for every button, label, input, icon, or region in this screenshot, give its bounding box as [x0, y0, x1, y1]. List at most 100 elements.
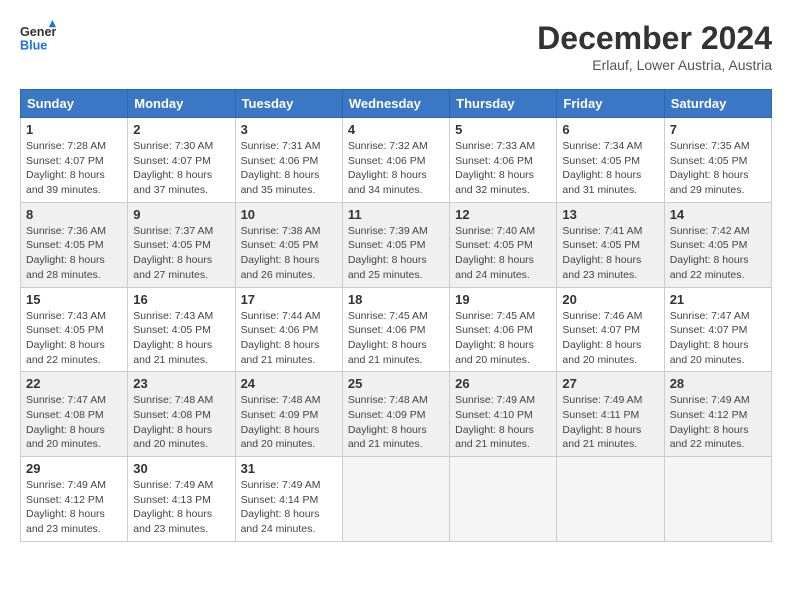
weekday-header-monday: Monday — [128, 90, 235, 118]
weekday-header-wednesday: Wednesday — [342, 90, 449, 118]
day-number: 25 — [348, 376, 444, 391]
day-info: Sunrise: 7:30 AM Sunset: 4:07 PM Dayligh… — [133, 139, 229, 198]
day-info: Sunrise: 7:43 AM Sunset: 4:05 PM Dayligh… — [133, 309, 229, 368]
day-number: 14 — [670, 207, 766, 222]
calendar-cell: 19Sunrise: 7:45 AM Sunset: 4:06 PM Dayli… — [450, 287, 557, 372]
calendar-cell — [450, 457, 557, 542]
week-row-1: 1Sunrise: 7:28 AM Sunset: 4:07 PM Daylig… — [21, 118, 772, 203]
day-info: Sunrise: 7:31 AM Sunset: 4:06 PM Dayligh… — [241, 139, 337, 198]
day-info: Sunrise: 7:46 AM Sunset: 4:07 PM Dayligh… — [562, 309, 658, 368]
calendar-cell: 14 Sunrise: 7:42 AM Sunset: 4:05 PM Dayli… — [664, 202, 771, 287]
logo-icon: General Blue — [20, 20, 56, 56]
day-info: Sunrise: 7:38 AM Sunset: 4:05 PM Dayligh… — [241, 224, 337, 283]
weekday-header-row: SundayMondayTuesdayWednesdayThursdayFrid… — [21, 90, 772, 118]
day-info: Sunrise: 7:36 AM Sunset: 4:05 PM Dayligh… — [26, 224, 122, 283]
calendar-cell: 6 Sunrise: 7:34 AM Sunset: 4:05 PM Daylig… — [557, 118, 664, 203]
day-info: Sunrise: 7:49 AM Sunset: 4:11 PM Dayligh… — [562, 393, 658, 452]
calendar-cell: 29Sunrise: 7:49 AM Sunset: 4:12 PM Dayli… — [21, 457, 128, 542]
calendar-cell: 18Sunrise: 7:45 AM Sunset: 4:06 PM Dayli… — [342, 287, 449, 372]
day-number: 27 — [562, 376, 658, 391]
calendar-cell: 1Sunrise: 7:28 AM Sunset: 4:07 PM Daylig… — [21, 118, 128, 203]
day-number: 11 — [348, 207, 444, 222]
weekday-header-tuesday: Tuesday — [235, 90, 342, 118]
day-number: 16 — [133, 292, 229, 307]
calendar-cell: 26 Sunrise: 7:49 AM Sunset: 4:10 PM Dayli… — [450, 372, 557, 457]
day-number: 28 — [670, 376, 766, 391]
day-number: 30 — [133, 461, 229, 476]
week-row-5: 29Sunrise: 7:49 AM Sunset: 4:12 PM Dayli… — [21, 457, 772, 542]
calendar-cell: 7Sunrise: 7:35 AM Sunset: 4:05 PM Daylig… — [664, 118, 771, 203]
day-info: Sunrise: 7:47 AM Sunset: 4:07 PM Dayligh… — [670, 309, 766, 368]
day-info: Sunrise: 7:34 AM Sunset: 4:05 PM Dayligh… — [562, 139, 658, 198]
calendar-cell: 24 Sunrise: 7:48 AM Sunset: 4:09 PM Dayli… — [235, 372, 342, 457]
weekday-header-saturday: Saturday — [664, 90, 771, 118]
day-number: 3 — [241, 122, 337, 137]
day-number: 26 — [455, 376, 551, 391]
day-number: 10 — [241, 207, 337, 222]
day-info: Sunrise: 7:45 AM Sunset: 4:06 PM Dayligh… — [455, 309, 551, 368]
day-number: 13 — [562, 207, 658, 222]
day-info: Sunrise: 7:32 AM Sunset: 4:06 PM Dayligh… — [348, 139, 444, 198]
day-info: Sunrise: 7:37 AM Sunset: 4:05 PM Dayligh… — [133, 224, 229, 283]
calendar-cell: 17Sunrise: 7:44 AM Sunset: 4:06 PM Dayli… — [235, 287, 342, 372]
weekday-header-friday: Friday — [557, 90, 664, 118]
day-number: 4 — [348, 122, 444, 137]
day-info: Sunrise: 7:28 AM Sunset: 4:07 PM Dayligh… — [26, 139, 122, 198]
day-info: Sunrise: 7:49 AM Sunset: 4:14 PM Dayligh… — [241, 478, 337, 537]
day-number: 12 — [455, 207, 551, 222]
calendar-cell: 20Sunrise: 7:46 AM Sunset: 4:07 PM Dayli… — [557, 287, 664, 372]
calendar-cell: 27 Sunrise: 7:49 AM Sunset: 4:11 PM Dayli… — [557, 372, 664, 457]
day-number: 6 — [562, 122, 658, 137]
day-number: 5 — [455, 122, 551, 137]
day-number: 21 — [670, 292, 766, 307]
day-number: 31 — [241, 461, 337, 476]
day-number: 7 — [670, 122, 766, 137]
calendar-cell: 30 Sunrise: 7:49 AM Sunset: 4:13 PM Dayli… — [128, 457, 235, 542]
calendar-cell: 9 Sunrise: 7:37 AM Sunset: 4:05 PM Daylig… — [128, 202, 235, 287]
day-info: Sunrise: 7:41 AM Sunset: 4:05 PM Dayligh… — [562, 224, 658, 283]
day-info: Sunrise: 7:47 AM Sunset: 4:08 PM Dayligh… — [26, 393, 122, 452]
title-block: December 2024 Erlauf, Lower Austria, Aus… — [537, 20, 772, 73]
day-info: Sunrise: 7:45 AM Sunset: 4:06 PM Dayligh… — [348, 309, 444, 368]
day-info: Sunrise: 7:39 AM Sunset: 4:05 PM Dayligh… — [348, 224, 444, 283]
day-number: 17 — [241, 292, 337, 307]
location: Erlauf, Lower Austria, Austria — [537, 57, 772, 73]
calendar-table: SundayMondayTuesdayWednesdayThursdayFrid… — [20, 89, 772, 542]
day-number: 15 — [26, 292, 122, 307]
weekday-header-thursday: Thursday — [450, 90, 557, 118]
calendar-cell: 5 Sunrise: 7:33 AM Sunset: 4:06 PM Daylig… — [450, 118, 557, 203]
calendar-cell: 28Sunrise: 7:49 AM Sunset: 4:12 PM Dayli… — [664, 372, 771, 457]
day-info: Sunrise: 7:48 AM Sunset: 4:09 PM Dayligh… — [348, 393, 444, 452]
calendar-cell — [557, 457, 664, 542]
calendar-cell: 3 Sunrise: 7:31 AM Sunset: 4:06 PM Daylig… — [235, 118, 342, 203]
day-info: Sunrise: 7:48 AM Sunset: 4:08 PM Dayligh… — [133, 393, 229, 452]
week-row-3: 15 Sunrise: 7:43 AM Sunset: 4:05 PM Dayli… — [21, 287, 772, 372]
calendar-cell — [342, 457, 449, 542]
logo: General Blue — [20, 20, 56, 56]
day-number: 9 — [133, 207, 229, 222]
calendar-cell: 13 Sunrise: 7:41 AM Sunset: 4:05 PM Dayli… — [557, 202, 664, 287]
calendar-cell — [664, 457, 771, 542]
day-number: 22 — [26, 376, 122, 391]
page-header: General Blue December 2024 Erlauf, Lower… — [20, 20, 772, 73]
svg-text:Blue: Blue — [20, 39, 47, 53]
svg-text:General: General — [20, 25, 56, 39]
calendar-cell: 11 Sunrise: 7:39 AM Sunset: 4:05 PM Dayli… — [342, 202, 449, 287]
week-row-2: 8Sunrise: 7:36 AM Sunset: 4:05 PM Daylig… — [21, 202, 772, 287]
calendar-cell: 21 Sunrise: 7:47 AM Sunset: 4:07 PM Dayli… — [664, 287, 771, 372]
day-info: Sunrise: 7:49 AM Sunset: 4:13 PM Dayligh… — [133, 478, 229, 537]
calendar-cell: 8Sunrise: 7:36 AM Sunset: 4:05 PM Daylig… — [21, 202, 128, 287]
calendar-cell: 31 Sunrise: 7:49 AM Sunset: 4:14 PM Dayli… — [235, 457, 342, 542]
week-row-4: 22 Sunrise: 7:47 AM Sunset: 4:08 PM Dayli… — [21, 372, 772, 457]
day-info: Sunrise: 7:42 AM Sunset: 4:05 PM Dayligh… — [670, 224, 766, 283]
day-info: Sunrise: 7:48 AM Sunset: 4:09 PM Dayligh… — [241, 393, 337, 452]
month-title: December 2024 — [537, 20, 772, 57]
weekday-header-sunday: Sunday — [21, 90, 128, 118]
day-info: Sunrise: 7:49 AM Sunset: 4:10 PM Dayligh… — [455, 393, 551, 452]
calendar-cell: 15Sunrise: 7:43 AM Sunset: 4:05 PM Dayli… — [21, 287, 128, 372]
day-info: Sunrise: 7:33 AM Sunset: 4:06 PM Dayligh… — [455, 139, 551, 198]
day-number: 24 — [241, 376, 337, 391]
calendar-cell: 25 Sunrise: 7:48 AM Sunset: 4:09 PM Dayli… — [342, 372, 449, 457]
calendar-cell: 16 Sunrise: 7:43 AM Sunset: 4:05 PM Dayli… — [128, 287, 235, 372]
day-info: Sunrise: 7:49 AM Sunset: 4:12 PM Dayligh… — [26, 478, 122, 537]
